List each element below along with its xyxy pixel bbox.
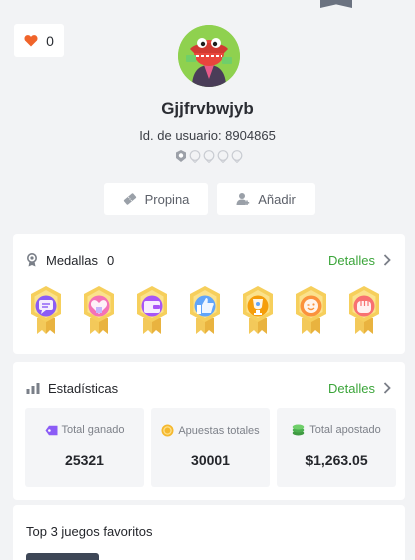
medals-card: Medallas 0 Detalles bbox=[13, 234, 405, 354]
trophy-icon bbox=[243, 286, 273, 334]
heart-icon bbox=[24, 35, 38, 47]
chevron-right-icon bbox=[383, 382, 391, 394]
ticket-icon bbox=[123, 193, 136, 205]
like-count: 0 bbox=[46, 32, 54, 49]
trophy-medal[interactable] bbox=[238, 284, 278, 336]
crocodile-avatar-icon bbox=[178, 25, 240, 87]
stat-label: Total apostado bbox=[309, 424, 381, 436]
wallet-medal[interactable] bbox=[132, 284, 172, 336]
stat-total-won: Total ganado 25321 bbox=[25, 408, 144, 487]
stat-value: 25321 bbox=[65, 452, 104, 468]
stat-total-wagered: Total apostado $1,263.05 bbox=[277, 408, 396, 487]
bookmark-icon[interactable] bbox=[320, 0, 352, 8]
tag-icon bbox=[45, 425, 57, 435]
medals-details-link[interactable]: Detalles bbox=[328, 253, 391, 268]
wallet-icon bbox=[137, 286, 167, 334]
avatar[interactable] bbox=[178, 25, 240, 87]
details-label: Detalles bbox=[328, 252, 375, 268]
add-friend-button[interactable]: Añadir bbox=[217, 183, 315, 215]
thumbs-up-medal[interactable] bbox=[185, 284, 225, 336]
stat-value: $1,263.05 bbox=[305, 452, 368, 468]
chat-bubble-medal[interactable] bbox=[26, 284, 66, 336]
coin-stack-icon bbox=[292, 424, 305, 436]
favorite-games-card: Top 3 juegos favoritos bbox=[13, 505, 405, 560]
tip-button-label: Propina bbox=[144, 191, 190, 207]
level-dot-icon bbox=[189, 150, 201, 163]
favorite-games-title: Top 3 juegos favoritos bbox=[26, 524, 153, 539]
thumbs-up-icon bbox=[190, 286, 220, 334]
level-dot-icon bbox=[231, 150, 243, 163]
fist-icon bbox=[349, 286, 379, 334]
details-label: Detalles bbox=[328, 380, 375, 396]
stat-total-bets: Apuestas totales 30001 bbox=[151, 408, 270, 487]
coin-icon bbox=[161, 424, 174, 437]
fist-medal[interactable] bbox=[344, 284, 384, 336]
stat-label: Apuestas totales bbox=[178, 424, 260, 437]
heart-gift-medal[interactable] bbox=[79, 284, 119, 336]
level-dot-icon bbox=[217, 150, 229, 163]
medal-icon bbox=[27, 253, 37, 267]
medals-title: Medallas bbox=[46, 252, 99, 268]
level-dot-icon bbox=[176, 150, 186, 162]
username: Gjjfrvbwjyb bbox=[161, 99, 254, 118]
level-dot-icon bbox=[203, 150, 215, 163]
statistics-card: Estadísticas Detalles Total ganado 25321… bbox=[13, 362, 405, 500]
user-id: Id. de usuario: 8904865 bbox=[139, 128, 276, 143]
heart-gift-icon bbox=[84, 286, 114, 334]
medal-list bbox=[26, 284, 384, 336]
wink-face-medal[interactable] bbox=[291, 284, 331, 336]
wink-face-icon bbox=[296, 286, 326, 334]
stat-value: 30001 bbox=[191, 452, 230, 468]
chat-bubble-icon bbox=[31, 286, 61, 334]
like-button[interactable]: 0 bbox=[14, 24, 64, 57]
game-thumbnail[interactable] bbox=[26, 553, 99, 560]
stat-label: Total ganado bbox=[61, 424, 125, 436]
statistics-title: Estadísticas bbox=[48, 380, 119, 396]
tip-button[interactable]: Propina bbox=[104, 183, 208, 215]
medals-count: 0 bbox=[107, 252, 115, 268]
level-indicator bbox=[175, 149, 243, 163]
bar-chart-icon bbox=[26, 383, 40, 394]
add-button-label: Añadir bbox=[258, 191, 296, 207]
statistics-details-link[interactable]: Detalles bbox=[328, 381, 391, 396]
chevron-right-icon bbox=[383, 254, 391, 266]
add-user-icon bbox=[236, 193, 250, 205]
